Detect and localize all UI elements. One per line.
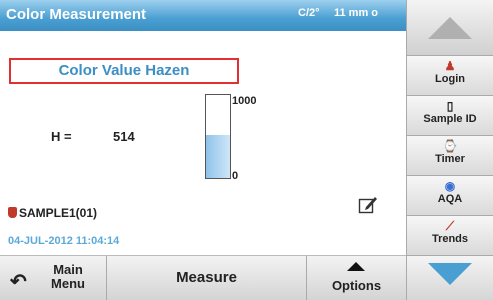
login-label: Login: [435, 73, 465, 85]
main-panel: Color Measurement C/2° 11 mm o Color Val…: [0, 0, 406, 255]
trends-label: Trends: [431, 233, 469, 245]
edit-note-icon[interactable]: [358, 194, 378, 214]
timer-button[interactable]: ⌚ Timer: [407, 136, 493, 176]
bar-max-label: 1000: [232, 95, 257, 107]
trend-chart-icon: ⟋: [445, 219, 455, 233]
result-bar-fill: [206, 135, 230, 178]
bar-min-label: 0: [232, 170, 239, 182]
timer-label: Timer: [435, 153, 465, 165]
back-arrow-icon: ↶: [10, 271, 27, 293]
bottom-toolbar: ↶ Main Menu Measure Options: [0, 255, 406, 300]
result-bar: [205, 94, 231, 179]
main-menu-button[interactable]: ↶ Main Menu: [0, 256, 107, 300]
title-bar: Color Measurement C/2° 11 mm o: [0, 0, 406, 31]
person-icon: ♟: [444, 59, 456, 73]
login-button[interactable]: ♟ Login: [407, 56, 493, 96]
main-menu-label: Main Menu: [51, 262, 85, 291]
sample-id-label: Sample ID: [423, 113, 477, 125]
chevron-up-icon: [428, 17, 472, 39]
trends-button[interactable]: ⟋ Trends: [407, 216, 493, 256]
cell-size: 11 mm o: [334, 7, 379, 19]
result-value: 514: [113, 129, 135, 144]
aqa-button[interactable]: ◉ AQA: [407, 176, 493, 216]
page-title: Color Measurement: [6, 6, 147, 23]
measurement-label[interactable]: Color Value Hazen: [9, 58, 239, 84]
scroll-up-button[interactable]: [407, 0, 493, 56]
observer-mode: C/2°: [298, 7, 320, 19]
aqa-icon: ◉: [444, 179, 456, 193]
sample-bottle-icon: ▯: [446, 99, 454, 113]
timestamp: 04-JUL-2012 11:04:14: [8, 235, 120, 247]
result-symbol: H =: [51, 129, 72, 144]
options-up-icon: [347, 262, 365, 271]
sample-bottle-icon: [8, 207, 17, 218]
scroll-down-button[interactable]: [407, 256, 493, 300]
measure-button[interactable]: Measure: [107, 256, 307, 300]
options-button[interactable]: Options: [307, 256, 406, 300]
timer-icon: ⌚: [442, 139, 458, 153]
aqa-label: AQA: [437, 193, 463, 205]
chevron-down-icon: [428, 263, 472, 285]
sample-label: SAMPLE1(01): [19, 206, 98, 220]
sample-id-button[interactable]: ▯ Sample ID: [407, 96, 493, 136]
sidebar: ♟ Login ▯ Sample ID ⌚ Timer ◉ AQA ⟋ Tren…: [406, 0, 493, 300]
sample-id[interactable]: SAMPLE1(01): [8, 206, 97, 220]
options-label: Options: [331, 278, 382, 293]
